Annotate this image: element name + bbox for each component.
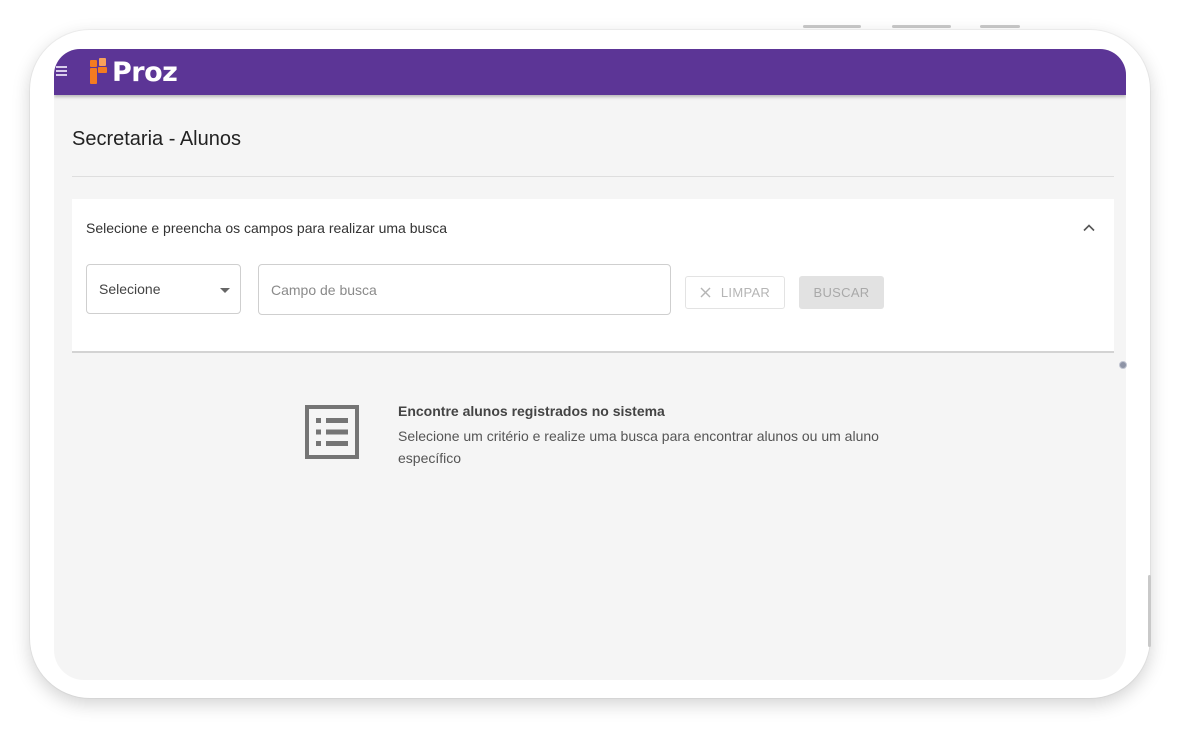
caret-down-icon xyxy=(220,288,230,293)
search-input[interactable] xyxy=(258,264,671,315)
clear-button[interactable]: LIMPAR xyxy=(685,276,785,309)
criteria-select-value: Selecione xyxy=(99,281,161,297)
app-screen: Proz Secretaria - Alunos Selecione e pre… xyxy=(54,49,1126,680)
empty-state-title: Encontre alunos registrados no sistema xyxy=(398,403,665,419)
clear-button-label: LIMPAR xyxy=(720,285,771,300)
brand-logo[interactable]: Proz xyxy=(90,56,178,88)
device-side-button xyxy=(1148,575,1151,647)
proz-logo-icon xyxy=(90,58,107,84)
device-top-button xyxy=(803,25,861,28)
top-app-bar: Proz xyxy=(54,49,1126,95)
page-title: Secretaria - Alunos xyxy=(72,128,241,150)
title-divider xyxy=(72,176,1114,177)
search-button-label: BUSCAR xyxy=(813,285,870,300)
device-top-button xyxy=(892,25,951,28)
brand-name: Proz xyxy=(112,56,178,88)
close-icon xyxy=(700,287,711,298)
list-icon xyxy=(305,405,359,459)
criteria-select[interactable]: Selecione xyxy=(86,264,241,314)
search-panel: Selecione e preencha os campos para real… xyxy=(72,199,1114,353)
empty-state-description: Selecione um critério e realize uma busc… xyxy=(398,428,879,466)
scroll-indicator[interactable] xyxy=(1119,361,1127,369)
search-button[interactable]: BUSCAR xyxy=(799,276,884,309)
device-top-button xyxy=(980,25,1020,28)
search-panel-heading: Selecione e preencha os campos para real… xyxy=(86,220,448,236)
hamburger-menu-icon[interactable] xyxy=(56,66,67,76)
chevron-up-icon[interactable] xyxy=(1082,221,1096,235)
